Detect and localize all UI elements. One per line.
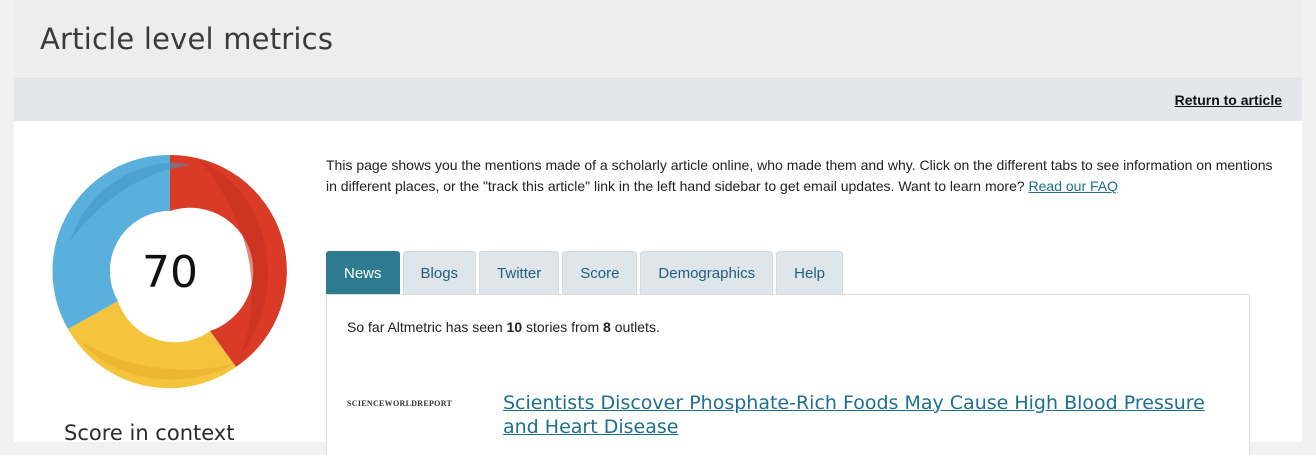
stories-count: 10 [506,319,523,335]
tab-score[interactable]: Score [562,251,638,294]
tab-blogs[interactable]: Blogs [402,251,477,294]
left-sidebar: 70 Score in context [14,121,314,445]
return-to-article-link[interactable]: Return to article [1175,92,1282,108]
summary-prefix: So far Altmetric has seen [347,319,507,335]
sub-bar: Return to article [14,79,1302,121]
summary-suffix: outlets. [610,319,660,335]
outlets-count: 8 [603,319,611,335]
tab-twitter[interactable]: Twitter [479,251,560,294]
news-outlet-logo: SCIENCEWORLDREPORT [347,399,453,408]
news-story-link[interactable]: Scientists Discover Phosphate-Rich Foods… [503,391,1243,439]
news-panel: So far Altmetric has seen 10 stories fro… [326,294,1250,455]
page-header: Article level metrics [14,0,1302,79]
intro-text: This page shows you the mentions made of… [326,155,1286,197]
altmetric-score: 70 [142,247,198,298]
tab-help[interactable]: Help [776,251,843,294]
page: Article level metrics Return to article … [14,0,1302,455]
read-faq-link[interactable]: Read our FAQ [1029,178,1119,194]
page-title: Article level metrics [40,22,334,56]
summary-mid: stories from [522,319,604,335]
news-summary: So far Altmetric has seen 10 stories fro… [347,319,660,335]
tab-news[interactable]: News [326,251,400,294]
tab-bar: News Blogs Twitter Score Demographics He… [326,251,843,294]
tab-demographics[interactable]: Demographics [640,251,774,294]
score-in-context-label[interactable]: Score in context [64,421,234,445]
altmetric-donut-icon[interactable]: 70 [50,151,290,391]
intro-paragraph: This page shows you the mentions made of… [326,157,1273,194]
